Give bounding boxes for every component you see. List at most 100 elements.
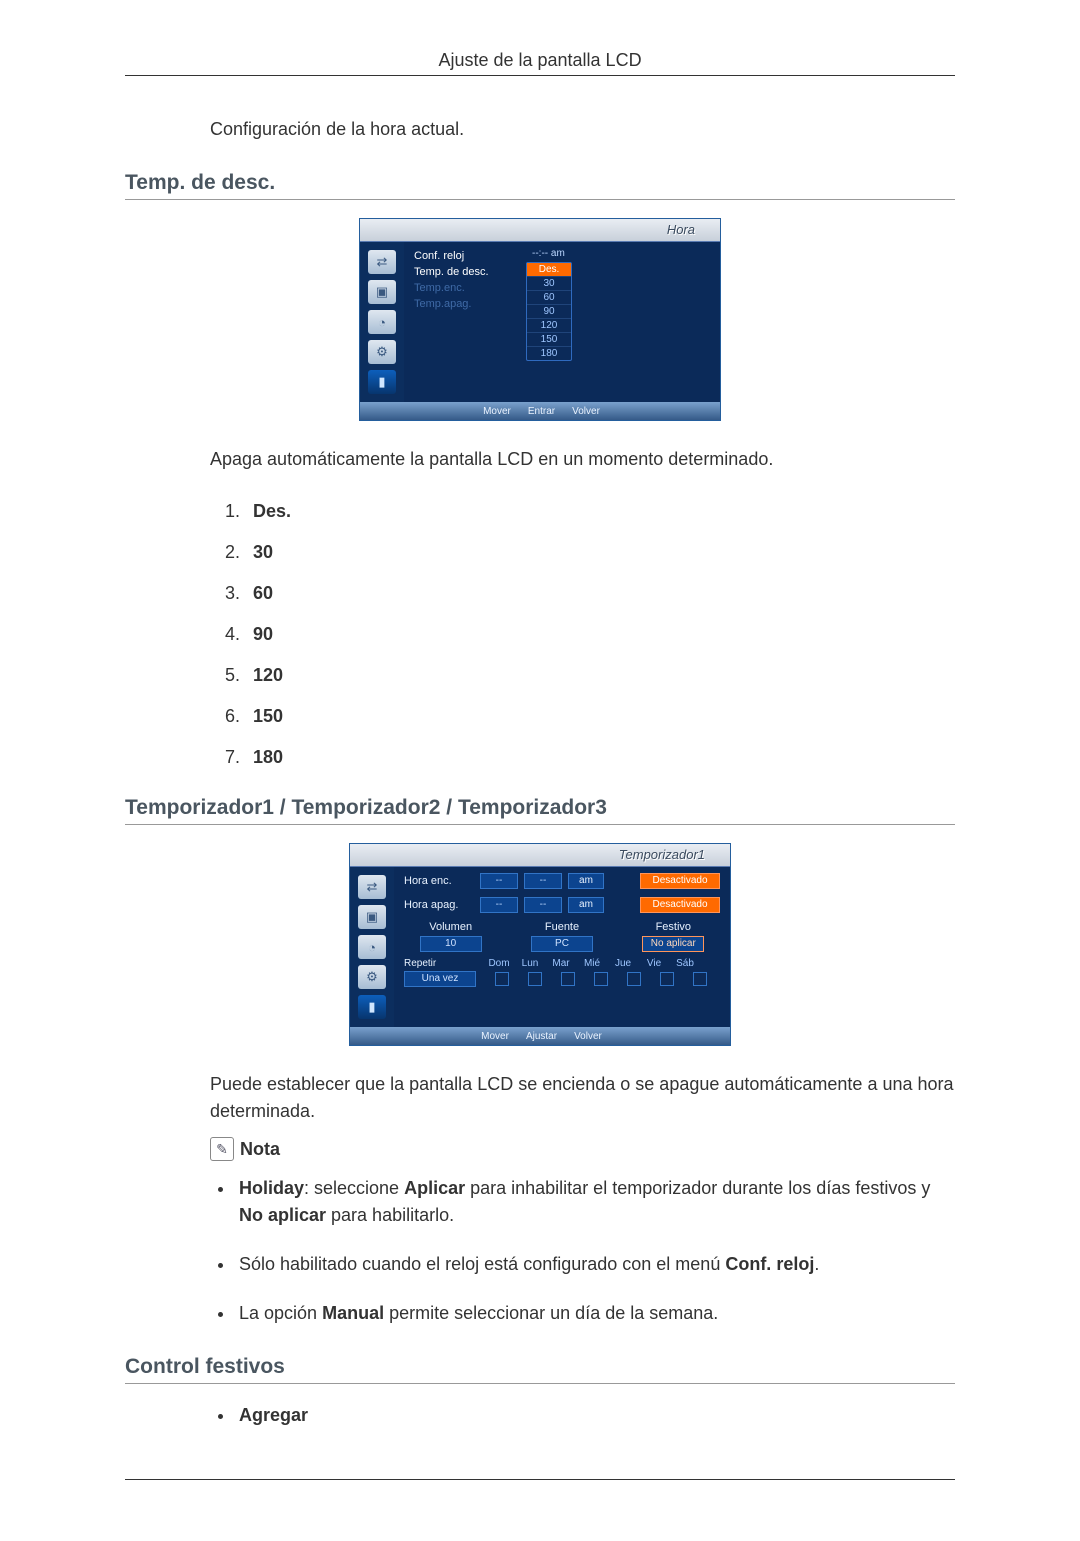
settings-icon: ⚙: [358, 965, 386, 989]
note-text: Aplicar: [404, 1178, 465, 1198]
footer-volver: Volver: [569, 406, 600, 417]
sleep-options: Des. 30 60 90 120 150 180: [526, 262, 572, 361]
option-150: 150: [527, 332, 571, 346]
hora-enc-hh: --: [480, 873, 518, 889]
hora-apag-ampm: am: [568, 897, 604, 913]
col-fuente-value: PC: [531, 936, 593, 952]
note-label: Nota: [240, 1139, 280, 1160]
option-des: Des.: [527, 263, 571, 276]
note-text: Manual: [322, 1303, 384, 1323]
list-item: Des.: [253, 501, 291, 521]
note-icon: ✎: [210, 1137, 234, 1161]
heading-temp-de-desc: Temp. de desc.: [125, 171, 955, 200]
day-checkbox: [660, 972, 674, 986]
day-dom: Dom: [485, 958, 513, 969]
option-90: 90: [527, 304, 571, 318]
day-checkbox: [528, 972, 542, 986]
list-item: 120: [253, 665, 283, 685]
note-text: Conf. reloj: [725, 1254, 814, 1274]
col-fuente-label: Fuente: [515, 921, 608, 933]
note-text: No aplicar: [239, 1205, 326, 1225]
list-item: 30: [253, 542, 273, 562]
footer-entrar: Entrar: [525, 406, 555, 417]
notes-list: Holiday: seleccione Aplicar para inhabil…: [235, 1175, 955, 1327]
list-item: 60: [253, 583, 273, 603]
footer-mover: Mover: [480, 406, 511, 417]
hora-apag-mm: --: [524, 897, 562, 913]
hora-apag-label: Hora apag.: [404, 899, 474, 911]
option-180: 180: [527, 346, 571, 360]
chart-icon: ▮: [368, 370, 396, 394]
day-mie: Mié: [578, 958, 606, 969]
footer-ajustar: Ajustar: [523, 1031, 557, 1042]
hora-enc-ampm: am: [568, 873, 604, 889]
note-item: Holiday: seleccione Aplicar para inhabil…: [235, 1175, 955, 1229]
settings-icon: ⚙: [368, 340, 396, 364]
osd-temporizador-screenshot: Temporizador1 ⇄ ▣ ◔ ⚙ ▮ Hora enc. -- -- …: [125, 843, 955, 1046]
note-item: La opción Manual permite seleccionar un …: [235, 1300, 955, 1327]
osd-hora-screenshot: Hora ⇄ ▣ ◔ ⚙ ▮ Conf. reloj Temp. de desc…: [125, 218, 955, 421]
list-item-text: Agregar: [239, 1405, 308, 1425]
page-header: Ajuste de la pantalla LCD: [125, 50, 955, 76]
day-sab: Sáb: [671, 958, 699, 969]
clock-icon: ◔: [368, 310, 396, 334]
option-60: 60: [527, 290, 571, 304]
sleep-options-list: Des. 30 60 90 120 150 180: [245, 501, 955, 768]
osd-hora-title: Hora: [667, 222, 695, 237]
footer-volver: Volver: [571, 1031, 602, 1042]
osd-timer-footer: Mover Ajustar Volver: [350, 1027, 730, 1045]
osd-side-icons: ⇄ ▣ ◔ ⚙ ▮: [350, 867, 394, 1027]
day-mar: Mar: [547, 958, 575, 969]
hora-enc-state: Desactivado: [640, 873, 720, 889]
col-festivo-label: Festivo: [627, 921, 720, 933]
note-text: Sólo habilitado cuando el reloj está con…: [239, 1254, 725, 1274]
day-checkbox: [495, 972, 509, 986]
day-checkbox: [627, 972, 641, 986]
clock-icon: ◔: [358, 935, 386, 959]
option-120: 120: [527, 318, 571, 332]
section2-desc: Puede establecer que la pantalla LCD se …: [210, 1071, 955, 1125]
list-item: 150: [253, 706, 283, 726]
menu-temp-enc: Temp.enc.: [414, 280, 514, 296]
note-text: para inhabilitar el temporizador durante…: [465, 1178, 930, 1198]
page-footer-rule: [125, 1479, 955, 1481]
hora-apag-hh: --: [480, 897, 518, 913]
osd-hora-footer: Mover Entrar Volver: [360, 402, 720, 420]
menu-temp-de-desc: Temp. de desc.: [414, 264, 514, 280]
col-festivo-value: No aplicar: [642, 936, 704, 952]
col-volumen-label: Volumen: [404, 921, 497, 933]
footer-mover: Mover: [478, 1031, 509, 1042]
note-text: .: [814, 1254, 819, 1274]
picture-icon: ▣: [358, 905, 386, 929]
festivos-list: Agregar: [235, 1402, 955, 1429]
day-checkbox: [693, 972, 707, 986]
hora-apag-state: Desactivado: [640, 897, 720, 913]
menu-conf-reloj: Conf. reloj: [414, 248, 514, 264]
input-icon: ⇄: [358, 875, 386, 899]
list-item: Agregar: [235, 1402, 955, 1429]
chart-icon: ▮: [358, 995, 386, 1019]
col-volumen-value: 10: [420, 936, 482, 952]
note-item: Sólo habilitado cuando el reloj está con…: [235, 1251, 955, 1278]
option-30: 30: [527, 276, 571, 290]
day-checkbox: [594, 972, 608, 986]
osd-side-icons: ⇄ ▣ ◔ ⚙ ▮: [360, 242, 404, 402]
repetir-label: Repetir: [404, 958, 474, 969]
input-icon: ⇄: [368, 250, 396, 274]
list-item: 180: [253, 747, 283, 767]
hora-enc-mm: --: [524, 873, 562, 889]
heading-temporizador: Temporizador1 / Temporizador2 / Temporiz…: [125, 796, 955, 825]
list-item: 90: [253, 624, 273, 644]
day-checkbox: [561, 972, 575, 986]
section1-desc: Apaga automáticamente la pantalla LCD en…: [210, 446, 955, 473]
day-jue: Jue: [609, 958, 637, 969]
heading-control-festivos: Control festivos: [125, 1355, 955, 1384]
note-text: : seleccione: [304, 1178, 404, 1198]
day-vie: Vie: [640, 958, 668, 969]
intro-text: Configuración de la hora actual.: [210, 116, 955, 143]
clock-current-value: --:-- am: [532, 248, 565, 259]
picture-icon: ▣: [368, 280, 396, 304]
note-text: Holiday: [239, 1178, 304, 1198]
repetir-value: Una vez: [404, 971, 476, 987]
menu-temp-apag: Temp.apag.: [414, 296, 514, 312]
